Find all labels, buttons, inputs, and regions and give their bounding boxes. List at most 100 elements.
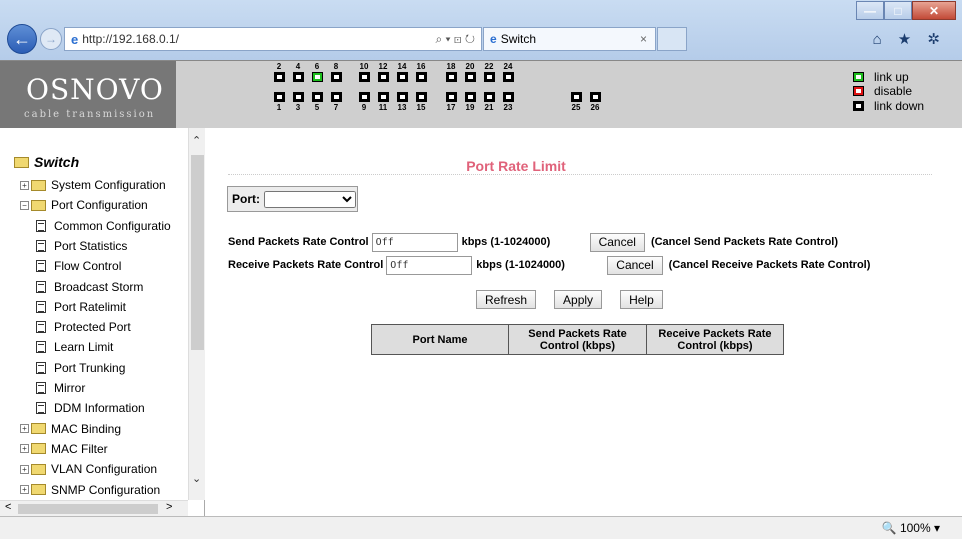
port-22-icon[interactable] [484, 72, 495, 82]
new-tab-button[interactable] [657, 27, 687, 51]
nav-horizontal-scrollbar[interactable]: < > [0, 500, 188, 516]
minimize-icon[interactable]: — [856, 1, 884, 20]
cancel-send-button[interactable]: Cancel [589, 232, 645, 252]
nav-item[interactable]: Broadcast Storm [36, 277, 143, 297]
port-2-icon[interactable] [274, 72, 285, 82]
nav-item[interactable]: Port Trunking [36, 358, 125, 378]
port-number-label[interactable]: 11 [376, 103, 390, 112]
port-1-icon[interactable] [274, 92, 285, 102]
port-number-label[interactable]: 18 [444, 62, 458, 71]
port-18-icon[interactable] [446, 72, 457, 82]
scroll-thumb[interactable] [191, 155, 204, 350]
scroll-right-icon[interactable]: > [166, 501, 172, 513]
port-7-icon[interactable] [331, 92, 342, 102]
port-20-icon[interactable] [465, 72, 476, 82]
send-rate-input[interactable] [371, 232, 458, 252]
port-21-icon[interactable] [484, 92, 495, 102]
nav-item[interactable]: + System Configuration [20, 175, 166, 195]
expand-icon[interactable]: + [20, 464, 29, 474]
nav-item[interactable]: Port Ratelimit [36, 297, 126, 317]
address-tools-icon[interactable]: ⌕ ▾ ⊡ ↻ [435, 32, 475, 47]
nav-item[interactable]: Protected Port [36, 317, 131, 337]
port-24-icon[interactable] [503, 72, 514, 82]
nav-item[interactable]: Flow Control [36, 256, 121, 276]
port-number-label[interactable]: 24 [501, 62, 515, 71]
nav-vertical-scrollbar[interactable]: ⌃ ⌄ [188, 128, 205, 500]
port-number-label[interactable]: 15 [414, 103, 428, 112]
port-number-label[interactable]: 8 [329, 62, 343, 71]
port-number-label[interactable]: 26 [588, 103, 602, 112]
port-number-label[interactable]: 6 [310, 62, 324, 71]
browser-tab[interactable]: e Switch × [483, 27, 656, 51]
refresh-button[interactable]: Refresh [476, 290, 537, 309]
expand-icon[interactable]: + [20, 424, 29, 434]
port-25-icon[interactable] [571, 92, 582, 102]
expand-icon[interactable]: + [20, 444, 29, 454]
port-number-label[interactable]: 2 [272, 62, 286, 71]
port-number-label[interactable]: 20 [463, 62, 477, 71]
port-number-label[interactable]: 17 [444, 103, 458, 112]
nav-item[interactable]: Port Statistics [36, 236, 127, 256]
nav-item[interactable]: − Port Configuration [20, 195, 148, 215]
port-26-icon[interactable] [590, 92, 601, 102]
port-number-label[interactable]: 19 [463, 103, 477, 112]
nav-item[interactable]: Learn Limit [36, 337, 113, 357]
nav-item[interactable]: + VLAN Configuration [20, 459, 157, 479]
port-11-icon[interactable] [378, 92, 389, 102]
port-number-label[interactable]: 9 [357, 103, 371, 112]
port-14-icon[interactable] [397, 72, 408, 82]
port-number-label[interactable]: 13 [395, 103, 409, 112]
port-number-label[interactable]: 22 [482, 62, 496, 71]
nav-item[interactable]: Mirror [36, 378, 85, 398]
port-number-label[interactable]: 10 [357, 62, 371, 71]
forward-button[interactable]: → [40, 28, 62, 50]
port-17-icon[interactable] [446, 92, 457, 102]
port-23-icon[interactable] [503, 92, 514, 102]
port-13-icon[interactable] [397, 92, 408, 102]
port-number-label[interactable]: 14 [395, 62, 409, 71]
port-4-icon[interactable] [293, 72, 304, 82]
nav-item[interactable]: DDM Information [36, 398, 145, 418]
home-favorites-settings-icons[interactable]: ⌂ ★ ✲ [873, 30, 946, 48]
receive-rate-input[interactable] [386, 255, 473, 275]
address-bar[interactable]: e http://192.168.0.1/ ⌕ ▾ ⊡ ↻ [64, 27, 482, 51]
port-number-label[interactable]: 25 [569, 103, 583, 112]
nav-item[interactable]: + MAC Filter [20, 439, 108, 459]
port-number-label[interactable]: 21 [482, 103, 496, 112]
port-number-label[interactable]: 12 [376, 62, 390, 71]
port-select[interactable] [264, 190, 356, 208]
port-number-label[interactable]: 3 [291, 103, 305, 112]
port-16-icon[interactable] [416, 72, 427, 82]
port-6-icon[interactable] [312, 72, 323, 82]
nav-item[interactable]: Common Configuratio [36, 216, 171, 236]
port-19-icon[interactable] [465, 92, 476, 102]
expand-icon[interactable]: + [20, 180, 29, 190]
port-15-icon[interactable] [416, 92, 427, 102]
nav-item[interactable]: + SNMP Configuration [20, 480, 160, 500]
back-button[interactable]: ← [7, 24, 37, 54]
zoom-level[interactable]: 🔍 100% ▾ [882, 521, 940, 535]
apply-button[interactable]: Apply [554, 290, 603, 309]
scroll-up-icon[interactable]: ⌃ [192, 134, 201, 147]
expand-icon[interactable]: + [20, 485, 29, 494]
port-number-label[interactable]: 23 [501, 103, 515, 112]
close-icon[interactable]: ✕ [912, 1, 956, 20]
port-5-icon[interactable] [312, 92, 323, 102]
port-number-label[interactable]: 4 [291, 62, 305, 71]
port-9-icon[interactable] [359, 92, 370, 102]
tab-close-icon[interactable]: × [640, 32, 647, 46]
scroll-down-icon[interactable]: ⌄ [192, 472, 201, 485]
port-10-icon[interactable] [359, 72, 370, 82]
port-number-label[interactable]: 5 [310, 103, 324, 112]
address-url[interactable]: http://192.168.0.1/ [82, 32, 179, 46]
port-12-icon[interactable] [378, 72, 389, 82]
port-8-icon[interactable] [331, 72, 342, 82]
scroll-left-icon[interactable]: < [5, 501, 11, 513]
collapse-icon[interactable]: − [20, 200, 29, 210]
maximize-icon[interactable]: □ [884, 1, 912, 20]
port-number-label[interactable]: 1 [272, 103, 286, 112]
port-3-icon[interactable] [293, 92, 304, 102]
help-button[interactable]: Help [620, 290, 663, 309]
port-number-label[interactable]: 7 [329, 103, 343, 112]
nav-item[interactable]: + MAC Binding [20, 419, 121, 439]
